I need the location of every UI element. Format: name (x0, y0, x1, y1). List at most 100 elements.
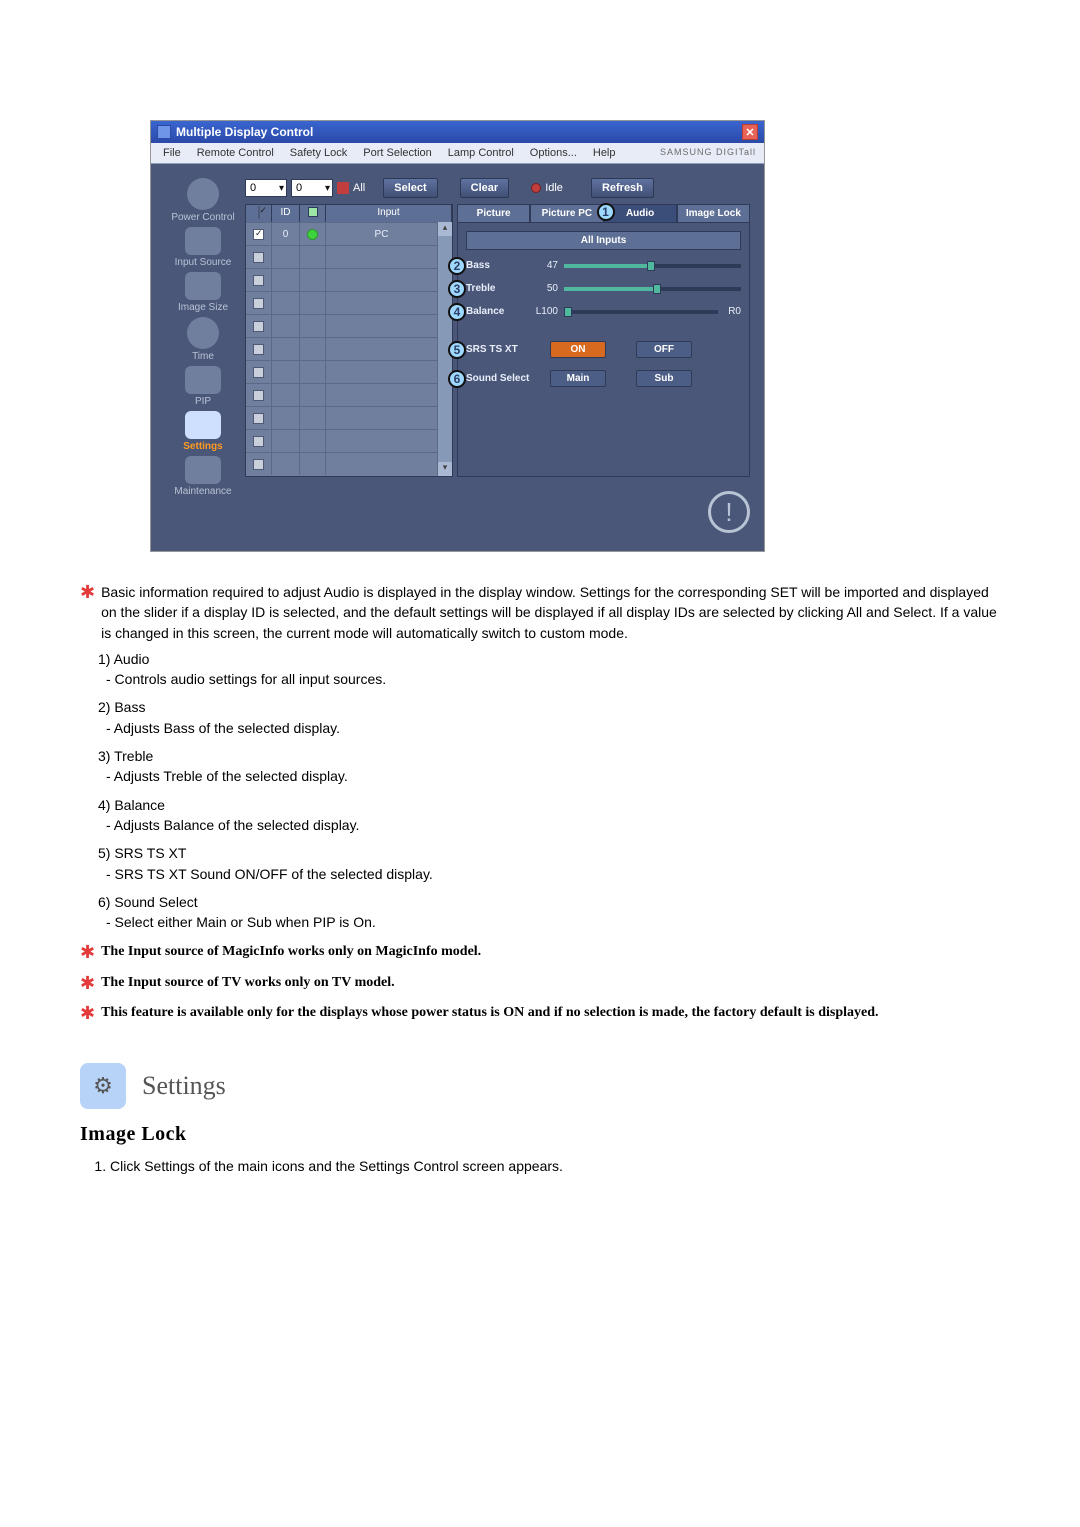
treble-value: 50 (530, 283, 558, 294)
input-source-icon (185, 227, 221, 255)
note-paragraph: ✱ This feature is available only for the … (80, 1003, 1000, 1023)
sidebar-item-power-control[interactable]: Power Control (161, 178, 245, 223)
srs-off-button[interactable]: OFF (636, 341, 692, 358)
treble-slider[interactable] (564, 287, 741, 291)
row-checkbox[interactable] (253, 344, 264, 355)
sidebar-item-settings[interactable]: Settings (161, 411, 245, 452)
menu-options[interactable]: Options... (522, 145, 585, 161)
menu-safety-lock[interactable]: Safety Lock (282, 145, 355, 161)
menu-lamp-control[interactable]: Lamp Control (440, 145, 522, 161)
table-row[interactable]: 0 PC (246, 222, 438, 245)
table-row (246, 429, 438, 452)
range-to-dropdown[interactable]: 0 (291, 179, 333, 197)
sidebar-nav: Power Control Input Source Image Size Ti… (161, 178, 245, 533)
star-icon: ✱ (80, 974, 95, 993)
row-checkbox[interactable] (253, 367, 264, 378)
all-label: All (353, 182, 365, 194)
tab-label: Audio (626, 208, 654, 219)
sidebar-label: Input Source (175, 257, 232, 268)
sidebar-item-maintenance[interactable]: Maintenance (161, 456, 245, 497)
scroll-down-icon[interactable]: ▾ (438, 462, 452, 476)
bass-slider[interactable] (564, 264, 741, 268)
bass-label: Bass (466, 260, 524, 271)
sound-sub-button[interactable]: Sub (636, 370, 692, 387)
status-indicator: Idle (531, 182, 563, 194)
sidebar-label: Image Size (178, 302, 228, 313)
panel-tabs: Picture Picture PC 1 Audio Image Lock (457, 204, 750, 223)
definition-list: 1) Audio- Controls audio settings for al… (98, 649, 1000, 933)
sidebar-item-pip[interactable]: PIP (161, 366, 245, 407)
table-row (246, 291, 438, 314)
range-from-dropdown[interactable]: 0 (245, 179, 287, 197)
sound-select-label: Sound Select (466, 373, 544, 384)
balance-left: L100 (530, 306, 558, 317)
select-button[interactable]: Select (383, 178, 437, 198)
tab-picture[interactable]: Picture (457, 204, 530, 223)
tab-picture-pc[interactable]: Picture PC (530, 204, 603, 223)
header-checkbox[interactable] (258, 206, 260, 219)
table-row (246, 337, 438, 360)
balance-label: Balance (466, 306, 524, 317)
callout-marker: 6 (448, 370, 466, 388)
step-item: Click Settings of the main icons and the… (110, 1156, 1000, 1176)
callout-marker: 4 (448, 303, 466, 321)
row-checkbox[interactable] (253, 413, 264, 424)
row-checkbox[interactable] (253, 229, 264, 240)
close-icon[interactable]: ✕ (742, 124, 758, 140)
list-item: 2) Bass- Adjusts Bass of the selected di… (98, 697, 1000, 738)
all-checkbox[interactable]: All (337, 182, 365, 194)
list-item: 1) Audio- Controls audio settings for al… (98, 649, 1000, 690)
row-checkbox[interactable] (253, 459, 264, 470)
callout-marker: 1 (597, 203, 615, 221)
star-icon: ✱ (80, 583, 95, 643)
row-checkbox[interactable] (253, 298, 264, 309)
row-id: 0 (272, 223, 300, 245)
row-checkbox[interactable] (253, 436, 264, 447)
row-checkbox[interactable] (253, 275, 264, 286)
star-icon: ✱ (80, 1004, 95, 1023)
row-checkbox[interactable] (253, 321, 264, 332)
table-row (246, 452, 438, 475)
settings-panel: Picture Picture PC 1 Audio Image Lock Al… (457, 204, 750, 477)
image-size-icon (185, 272, 221, 300)
row-checkbox[interactable] (253, 390, 264, 401)
note-text: The Input source of TV works only on TV … (101, 973, 395, 993)
status-dot-icon (307, 229, 318, 240)
menu-port-selection[interactable]: Port Selection (355, 145, 439, 161)
table-row (246, 314, 438, 337)
all-inputs-button[interactable]: All Inputs (466, 231, 741, 250)
window-title: Multiple Display Control (176, 125, 313, 139)
sidebar-item-time[interactable]: Time (161, 317, 245, 362)
tab-audio[interactable]: 1 Audio (604, 204, 677, 223)
note-paragraph: ✱ The Input source of TV works only on TV… (80, 973, 1000, 993)
sound-main-button[interactable]: Main (550, 370, 606, 387)
note-text: This feature is available only for the d… (101, 1003, 878, 1023)
sidebar-item-image-size[interactable]: Image Size (161, 272, 245, 313)
sidebar-item-input-source[interactable]: Input Source (161, 227, 245, 268)
callout-marker: 3 (448, 280, 466, 298)
table-row (246, 406, 438, 429)
srs-on-button[interactable]: ON (550, 341, 606, 358)
menu-file[interactable]: File (155, 145, 189, 161)
table-row (246, 268, 438, 291)
row-checkbox[interactable] (253, 252, 264, 263)
tab-image-lock[interactable]: Image Lock (677, 204, 750, 223)
balance-slider[interactable] (564, 310, 718, 314)
mdc-app-window: Multiple Display Control ✕ File Remote C… (150, 120, 765, 552)
settings-section-icon: ⚙ (80, 1063, 126, 1109)
treble-label: Treble (466, 283, 524, 294)
clear-button[interactable]: Clear (460, 178, 510, 198)
table-row (246, 245, 438, 268)
scroll-up-icon[interactable]: ▴ (438, 222, 452, 236)
sidebar-label: Time (192, 351, 214, 362)
list-item: 3) Treble- Adjusts Treble of the selecte… (98, 746, 1000, 787)
table-row (246, 383, 438, 406)
checkbox-icon (337, 182, 349, 194)
callout-marker: 2 (448, 257, 466, 275)
menu-help[interactable]: Help (585, 145, 624, 161)
header-input: Input (326, 205, 452, 222)
refresh-button[interactable]: Refresh (591, 178, 654, 198)
star-icon: ✱ (80, 943, 95, 962)
menu-remote-control[interactable]: Remote Control (189, 145, 282, 161)
status-text: Idle (545, 182, 563, 194)
